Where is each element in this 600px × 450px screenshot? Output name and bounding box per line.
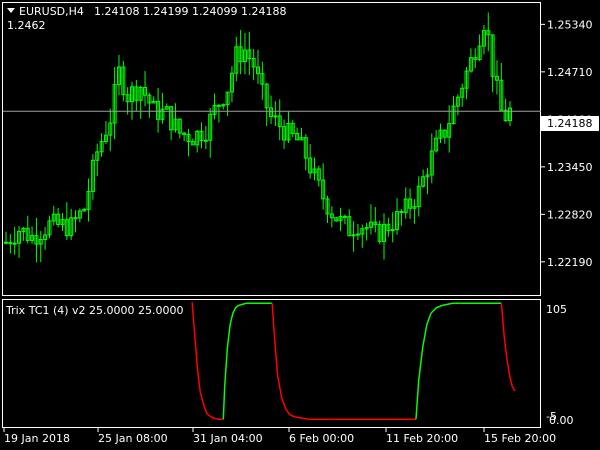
candle-body <box>4 241 8 244</box>
candle-body <box>399 211 404 214</box>
candle-body <box>342 215 347 218</box>
ohlc-label: 1.24108 1.24199 1.24099 1.24188 <box>94 5 286 18</box>
candle-body <box>216 104 221 107</box>
price-tick-label: 1.22190 <box>547 256 593 269</box>
candle-body <box>12 242 17 245</box>
price-tick-label: 1.24710 <box>547 66 593 79</box>
trading-chart[interactable]: 1.253401.247101.240801.234501.228201.221… <box>0 0 600 450</box>
time-tick-label: 6 Feb 00:00 <box>289 432 354 445</box>
price-tick-label: 1.23450 <box>547 161 593 174</box>
indicator-axis-top: 105 <box>546 303 567 316</box>
candle-body <box>273 115 278 118</box>
candle-body <box>203 139 208 142</box>
time-tick-label: 19 Jan 2018 <box>4 432 70 445</box>
indicator-title: Trix TC1 (4) v2 25.0000 25.0000 <box>5 304 184 317</box>
current-price-label: 1.24188 <box>547 117 593 130</box>
indicator-axis-bottom: 0.00 <box>549 414 574 427</box>
candle-body <box>355 233 360 236</box>
header-subline: 1.2462 <box>7 19 46 32</box>
candle-body <box>351 234 356 237</box>
candle-body <box>73 217 78 220</box>
time-tick-label: 25 Jan 08:00 <box>98 432 168 445</box>
time-tick-label: 11 Feb 20:00 <box>386 432 458 445</box>
chart-background <box>0 0 600 450</box>
current-price-tag: 1.24188 <box>541 116 599 131</box>
time-tick-label: 15 Feb 20:00 <box>484 432 556 445</box>
symbol-label: EURUSD,H4 <box>19 5 84 18</box>
time-tick-label: 31 Jan 04:00 <box>193 432 263 445</box>
price-tick-label: 1.22820 <box>547 208 593 221</box>
price-tick-label: 1.25340 <box>547 18 593 31</box>
